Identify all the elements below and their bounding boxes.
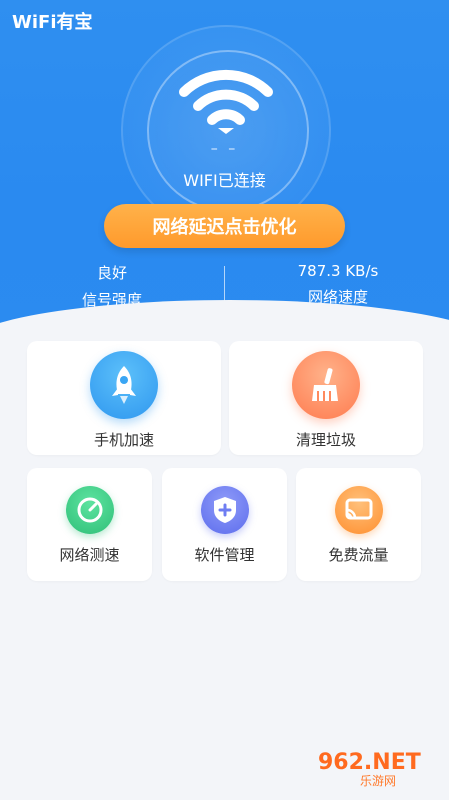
broom-icon xyxy=(292,351,360,419)
clean-junk-label: 清理垃圾 xyxy=(295,431,356,449)
watermark-top: 962.NET xyxy=(318,750,421,775)
rocket-icon xyxy=(90,351,158,419)
signal-strength-value: 良好 xyxy=(96,264,127,282)
phone-boost-card[interactable]: 手机加速 xyxy=(27,341,221,455)
speed-test-card[interactable]: 网络测速 xyxy=(27,468,152,581)
ssid-placeholder: – – xyxy=(210,141,239,157)
free-data-label: 免费流量 xyxy=(328,546,389,564)
wifi-icon xyxy=(179,69,273,134)
cast-icon xyxy=(334,486,383,534)
speedometer-icon xyxy=(65,486,114,534)
optimize-latency-button[interactable]: 网络延迟点击优化 xyxy=(104,204,345,248)
shield-icon xyxy=(200,486,249,534)
network-speed-value: 787.3 KB/s xyxy=(297,262,379,280)
watermark-logo: 962.NET 乐游网 xyxy=(318,750,421,789)
clean-junk-card[interactable]: 清理垃圾 xyxy=(229,341,423,455)
hero-header: WiFi有宝 – – WIFI已连接 网络延迟点击优化 良好 信号强度 787.… xyxy=(0,0,449,340)
phone-boost-label: 手机加速 xyxy=(93,431,154,449)
app-screen: WiFi有宝 – – WIFI已连接 网络延迟点击优化 良好 信号强度 787.… xyxy=(0,0,449,800)
free-data-card[interactable]: 免费流量 xyxy=(296,468,421,581)
software-manager-card[interactable]: 软件管理 xyxy=(162,468,287,581)
app-title: WiFi有宝 xyxy=(12,12,93,33)
software-manager-label: 软件管理 xyxy=(194,546,255,564)
watermark-bottom: 乐游网 xyxy=(360,774,397,788)
speed-test-label: 网络测速 xyxy=(59,546,120,564)
stat-divider xyxy=(224,266,225,302)
connection-status: WIFI已连接 xyxy=(183,171,266,190)
